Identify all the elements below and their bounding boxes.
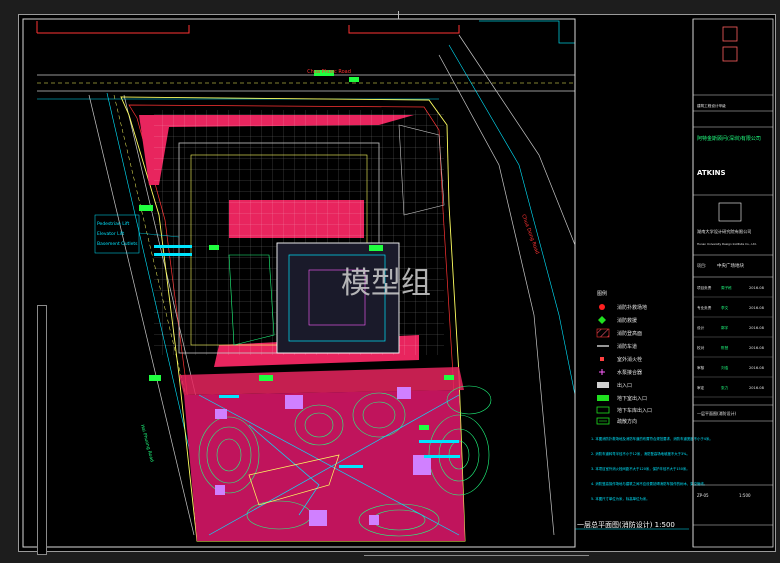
callout-line-3: Basement Outlets	[97, 241, 138, 247]
title-block: 建筑工程设计甲级 阿特金斯顾问(深圳)有限公司 ATKINS 湖南大学设计研究院…	[692, 18, 774, 548]
legend-label: 消防登高面	[617, 330, 642, 337]
legend-label: 消防扑救场地	[617, 304, 647, 311]
note-line: 5. 本图尺寸单位为米，标高单位为米。	[591, 496, 650, 501]
legend-item: 疏散方向	[596, 417, 637, 425]
legend-label: 地下室出入口	[617, 395, 647, 402]
signature-name: 陈慧	[721, 345, 729, 350]
horizontal-ruler	[364, 555, 589, 563]
legend-item: 水泵接合器	[599, 369, 642, 376]
note-line: 2. 消防车道转弯半径不小于12米，消防登高场地坡度不大于3%。	[591, 451, 690, 456]
signature-date: 2016.08	[749, 386, 765, 390]
project-name: 中央广场地块	[717, 262, 744, 269]
small-red-mark-icon	[600, 357, 604, 361]
signature-name: 刘浩	[721, 365, 729, 370]
legend-label: 水泵接合器	[617, 369, 642, 376]
cursor-crosshair	[398, 11, 402, 19]
signature-table: 项目负责 周子栋 2016.08专业负责 李文 2016.08设计 郭宇 2016.08校对…	[693, 285, 773, 398]
company-cn-2: 建筑工程设计甲级	[697, 103, 726, 108]
signature-role: 审核	[697, 365, 705, 370]
signature-row: 审定 张力 2016.08	[693, 385, 773, 398]
west-road-label: Hai Phuong Road	[139, 424, 155, 463]
green-rect-icon	[597, 395, 609, 401]
signature-role: 专业负责	[697, 305, 712, 310]
signature-role: 设计	[697, 325, 705, 330]
legend-item: 地下室出入口	[597, 395, 647, 402]
signature-row: 校对 陈慧 2016.08	[693, 345, 773, 358]
signature-role: 审定	[697, 385, 705, 390]
green-diamond-icon	[598, 316, 606, 324]
white-rect-icon	[597, 382, 609, 388]
signature-name: 郭宇	[721, 325, 729, 330]
red-dot-icon	[599, 304, 605, 310]
legend-label: 消防救援	[617, 317, 637, 324]
callout-line-1: Pedestrian Lift	[97, 221, 129, 227]
note-line: 4. 消防登高操作场地与建筑之间不应设置妨碍消防车操作的树木、架空管线。	[591, 481, 707, 486]
signature-role: 项目负责	[697, 285, 712, 290]
legend-item: 室外消火栓	[600, 356, 642, 363]
legend-label: 地下车库出入口	[617, 407, 652, 414]
legend-item: 消防车道	[597, 343, 637, 350]
site-boundary-top	[36, 21, 460, 34]
design-notes: 1. 本图消防扑救场地及消防车道的布置符合规范要求，消防车道宽度不小于4米。 2…	[591, 436, 713, 501]
signature-row: 设计 郭宇 2016.08	[693, 325, 773, 338]
company-en: ATKINS	[697, 169, 726, 177]
stamp-icon	[722, 46, 738, 62]
signature-name: 周子栋	[721, 285, 732, 290]
legend-title: 图例	[597, 290, 607, 297]
signature-row: 专业负责 李文 2016.08	[693, 305, 773, 318]
callout-line-2: Elevator Lift	[97, 231, 124, 237]
signature-date: 2016.08	[749, 366, 765, 370]
signature-role: 校对	[697, 345, 705, 350]
legend-item: 消防扑救场地	[599, 304, 647, 311]
drawing-title: 一层总平面图(消防设计) 1:500	[577, 520, 675, 529]
institute-logo-icon	[718, 202, 742, 222]
legend-label: 消防车道	[617, 343, 637, 350]
sheet-number: ZP-05	[697, 493, 709, 498]
stamp-icon	[722, 26, 738, 42]
legend-item: 消防登高面	[596, 328, 642, 338]
north-road	[37, 74, 575, 100]
signature-date: 2016.08	[749, 286, 765, 290]
legend-item: 地下车库出入口	[596, 406, 652, 414]
legend: 图例 消防扑救场地 消防救援 消防登高面 消防车道 室外消火栓 水泵接合器 出入…	[596, 290, 652, 425]
note-line: 1. 本图消防扑救场地及消防车道的布置符合规范要求，消防车道宽度不小于4米。	[591, 436, 713, 441]
note-line: 3. 本项目室外消火栓间距不大于120米，保护半径不大于150米。	[591, 466, 690, 471]
signature-date: 2016.08	[749, 326, 765, 330]
company-cn: 阿特金斯顾问(深圳)有限公司	[697, 135, 761, 142]
boundary-cyan-top	[479, 20, 575, 44]
signature-date: 2016.08	[749, 306, 765, 310]
vertical-ruler	[37, 305, 47, 555]
institute-cn: 湖南大学设计研究院有限公司	[697, 228, 751, 235]
signature-name: 张力	[721, 385, 729, 390]
pink-mark-icon	[599, 369, 605, 375]
signature-date: 2016.08	[749, 346, 765, 350]
project-label: 项目:	[697, 262, 706, 268]
legend-item: 消防救援	[598, 316, 637, 324]
north-road-label: Chua Phuoc Road	[307, 69, 351, 75]
legend-item: 出入口	[597, 382, 632, 389]
signature-row: 审核 刘浩 2016.08	[693, 365, 773, 378]
legend-label: 室外消火栓	[617, 356, 642, 363]
drawing-name: 一层平面图(消防设计)	[697, 410, 737, 416]
drawing-sheet: Chua Phuoc Road Chua Dong Road Hai Phuon…	[18, 14, 777, 556]
green-outline-icon	[596, 406, 610, 414]
signature-name: 李文	[721, 305, 729, 310]
legend-label: 出入口	[617, 382, 632, 389]
signature-row: 项目负责 周子栋 2016.08	[693, 285, 773, 298]
red-hatch-icon	[596, 328, 610, 338]
east-road-label: Chua Dong Road	[520, 214, 540, 255]
scale-label: 1:500	[739, 493, 751, 498]
site-plan-canvas[interactable]: Chua Phuoc Road Chua Dong Road Hai Phuon…	[19, 15, 777, 553]
institute-en: Hunan University Design Institute Co., L…	[697, 242, 757, 246]
watermark-text: 模型组	[341, 266, 431, 301]
legend-label: 疏散方向	[617, 418, 637, 425]
